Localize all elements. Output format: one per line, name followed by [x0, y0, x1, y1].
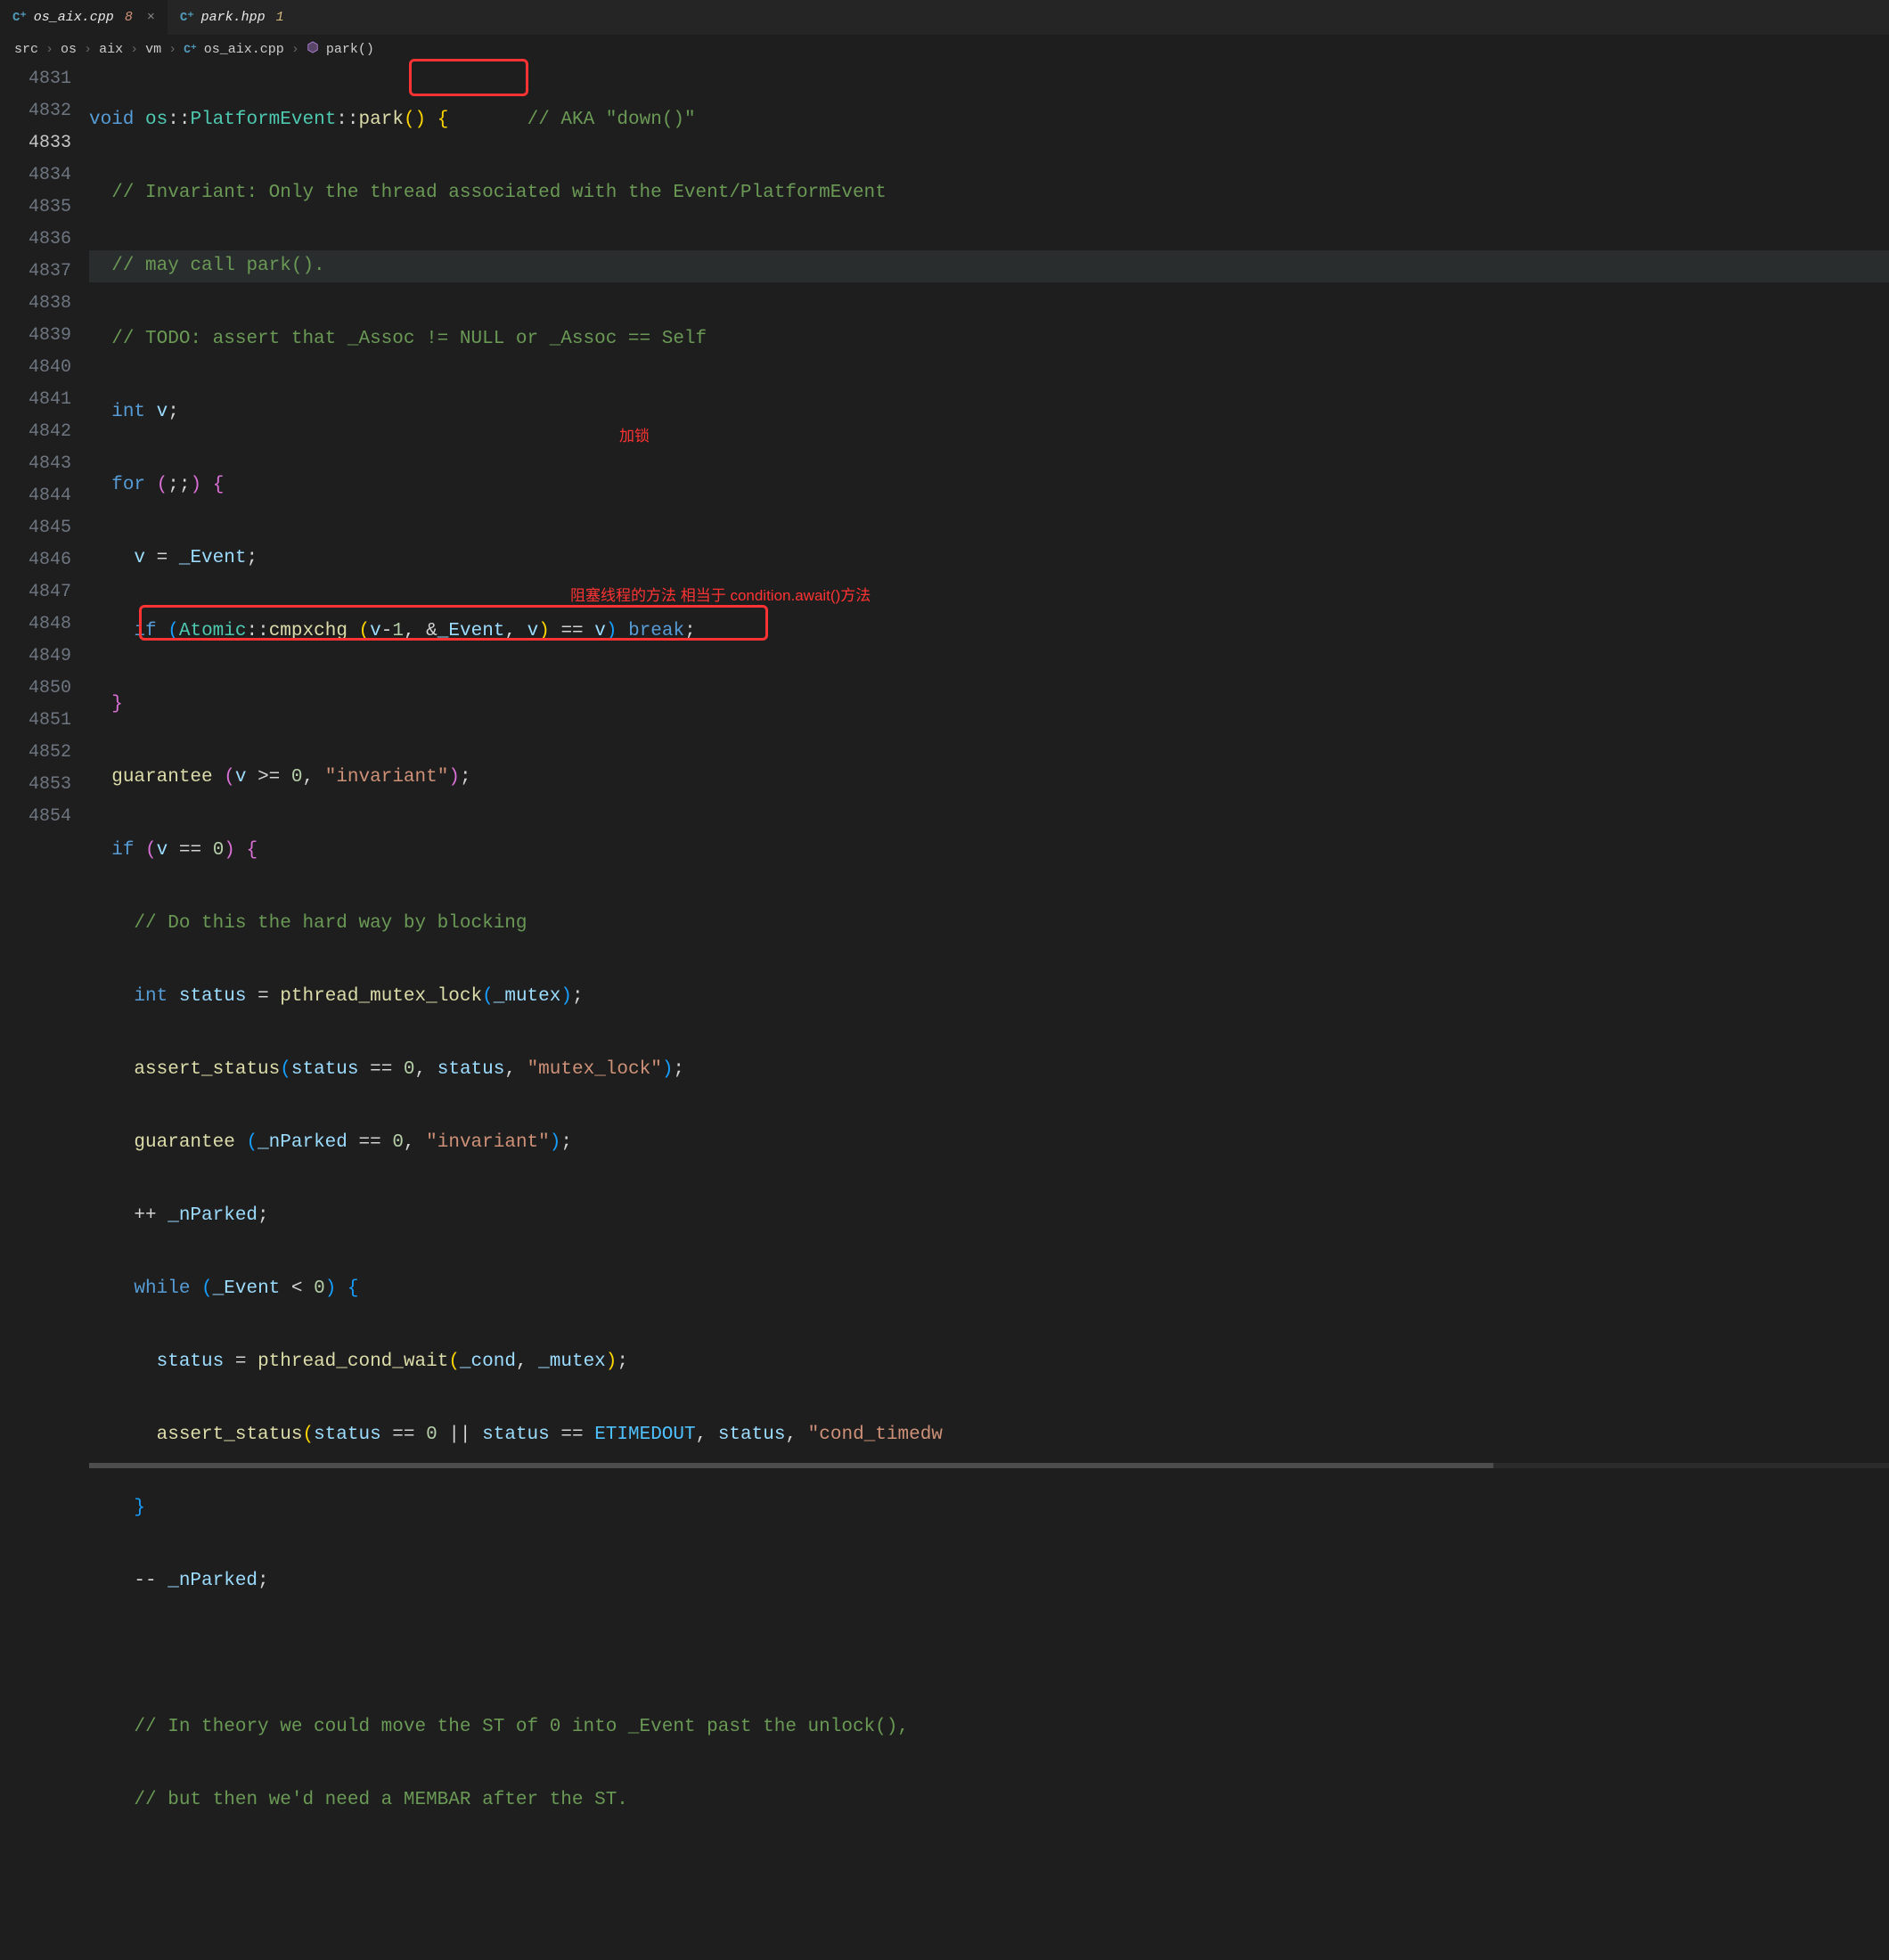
line-number: 4850 — [0, 673, 71, 705]
line-number: 4840 — [0, 352, 71, 384]
line-number: 4841 — [0, 384, 71, 416]
line-number: 4839 — [0, 320, 71, 352]
code-line[interactable]: // In theory we could move the ST of 0 i… — [89, 1711, 1889, 1744]
method-icon — [307, 41, 319, 58]
line-number: 4852 — [0, 737, 71, 769]
cpp-file-icon: C⁺ — [12, 10, 27, 25]
cpp-file-icon: C⁺ — [184, 43, 197, 56]
code-line[interactable]: // may call park(). — [89, 250, 1889, 282]
code-editor[interactable]: 4831 4832 4833 4834 4835 4836 4837 4838 … — [0, 63, 1889, 1960]
line-number: 4831 — [0, 63, 71, 95]
breadcrumb-item[interactable]: aix — [99, 42, 123, 57]
line-number: 4834 — [0, 159, 71, 192]
close-icon[interactable]: × — [147, 10, 155, 25]
line-number: 4838 — [0, 288, 71, 320]
code-line[interactable] — [89, 1638, 1889, 1670]
breadcrumb-item[interactable]: os_aix.cpp — [204, 42, 284, 57]
code-line[interactable]: // Do this the hard way by blocking — [89, 908, 1889, 940]
line-number: 4845 — [0, 512, 71, 544]
line-number: 4844 — [0, 480, 71, 512]
line-number: 4835 — [0, 192, 71, 224]
line-number: 4842 — [0, 416, 71, 448]
code-line[interactable]: v = _Event; — [89, 543, 1889, 575]
code-line[interactable]: guarantee (v >= 0, "invariant"); — [89, 762, 1889, 794]
line-number: 4836 — [0, 224, 71, 256]
line-number: 4843 — [0, 448, 71, 480]
code-line[interactable]: while (_Event < 0) { — [89, 1273, 1889, 1305]
code-line[interactable]: // TODO: assert that _Assoc != NULL or _… — [89, 323, 1889, 355]
breadcrumb: src › os › aix › vm › C⁺ os_aix.cpp › pa… — [0, 36, 1889, 63]
horizontal-scrollbar[interactable] — [89, 1463, 1889, 1468]
tab-label: park.hpp — [201, 10, 266, 25]
code-line[interactable]: ++ _nParked; — [89, 1200, 1889, 1232]
code-line[interactable]: status = pthread_cond_wait(_cond, _mutex… — [89, 1346, 1889, 1378]
chevron-right-icon: › — [291, 42, 299, 57]
code-line[interactable]: guarantee (_nParked == 0, "invariant"); — [89, 1127, 1889, 1159]
code-line[interactable]: if (v == 0) { — [89, 835, 1889, 867]
code-line[interactable]: int v; — [89, 396, 1889, 429]
code-line[interactable]: // but then we'd need a MEMBAR after the… — [89, 1784, 1889, 1817]
breadcrumb-item[interactable]: vm — [145, 42, 161, 57]
line-number-gutter: 4831 4832 4833 4834 4835 4836 4837 4838 … — [0, 63, 89, 1960]
line-number: 4849 — [0, 641, 71, 673]
code-area[interactable]: void os::PlatformEvent::park() { // AKA … — [89, 63, 1889, 1960]
code-line[interactable]: } — [89, 1492, 1889, 1524]
code-line[interactable]: } — [89, 689, 1889, 721]
tab-os-aix-cpp[interactable]: C⁺ os_aix.cpp 8 × — [0, 0, 168, 35]
cpp-file-icon: C⁺ — [180, 10, 194, 25]
line-number: 4832 — [0, 95, 71, 127]
tab-label: os_aix.cpp — [34, 10, 114, 25]
code-line[interactable]: void os::PlatformEvent::park() { // AKA … — [89, 104, 1889, 136]
chevron-right-icon: › — [130, 42, 138, 57]
scrollbar-thumb[interactable] — [89, 1463, 1493, 1468]
line-number: 4853 — [0, 769, 71, 801]
line-number: 4848 — [0, 608, 71, 641]
highlight-box-park — [409, 59, 528, 96]
code-line[interactable]: for (;;) { — [89, 470, 1889, 502]
line-number: 4854 — [0, 801, 71, 833]
code-line[interactable]: int status = pthread_mutex_lock(_mutex); — [89, 981, 1889, 1013]
line-number: 4833 — [0, 127, 71, 159]
code-line[interactable]: assert_status(status == 0, status, "mute… — [89, 1054, 1889, 1086]
chevron-right-icon: › — [84, 42, 92, 57]
tab-park-hpp[interactable]: C⁺ park.hpp 1 — [168, 0, 297, 35]
line-number: 4837 — [0, 256, 71, 288]
chevron-right-icon: › — [168, 42, 176, 57]
line-number: 4847 — [0, 576, 71, 608]
annotation-block: 阻塞线程的方法 相当于 condition.await()方法 — [570, 583, 871, 605]
code-line[interactable]: -- _nParked; — [89, 1565, 1889, 1597]
line-number: 4846 — [0, 544, 71, 576]
code-line[interactable]: // Invariant: Only the thread associated… — [89, 177, 1889, 209]
line-number: 4851 — [0, 705, 71, 737]
tab-modified-badge: 1 — [276, 10, 284, 25]
code-line[interactable]: assert_status(status == 0 || status == E… — [89, 1419, 1889, 1451]
breadcrumb-item[interactable]: os — [61, 42, 77, 57]
tab-bar: C⁺ os_aix.cpp 8 × C⁺ park.hpp 1 — [0, 0, 1889, 36]
tab-modified-badge: 8 — [125, 10, 133, 25]
breadcrumb-item[interactable]: src — [14, 42, 38, 57]
breadcrumb-item[interactable]: park() — [326, 42, 374, 57]
chevron-right-icon: › — [45, 42, 53, 57]
code-line[interactable]: if (Atomic::cmpxchg (v-1, &_Event, v) ==… — [89, 616, 1889, 648]
